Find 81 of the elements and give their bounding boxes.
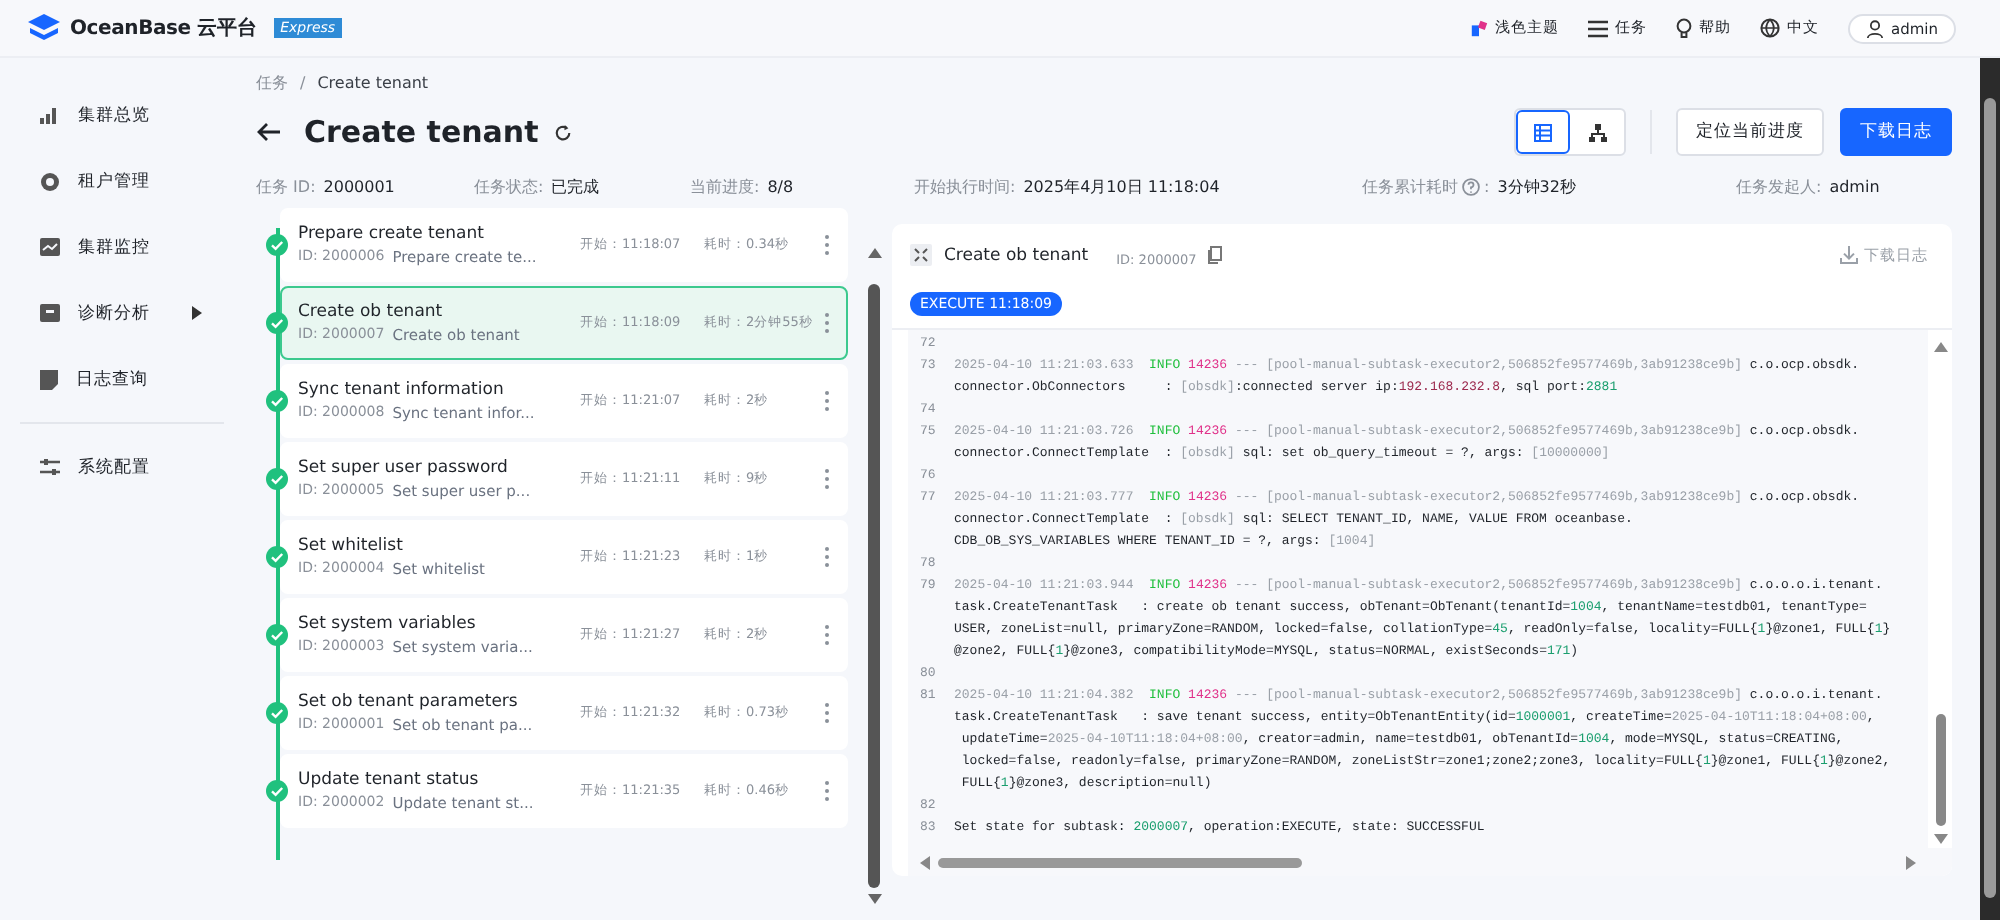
scroll-up-icon[interactable] xyxy=(1933,342,1947,352)
monitor-icon xyxy=(40,238,60,256)
palette-icon xyxy=(1469,19,1487,37)
field-value: admin xyxy=(1829,177,1880,195)
more-icon[interactable] xyxy=(824,546,830,568)
field-label: 任务状态: xyxy=(474,175,544,197)
field-value: 8/8 xyxy=(767,177,794,195)
check-circle-icon xyxy=(266,780,288,802)
scroll-down-icon[interactable] xyxy=(1933,834,1947,844)
lightbulb-icon xyxy=(1675,18,1691,38)
field-label: 任务累计耗时 xyxy=(1362,175,1458,197)
task-name: Update tenant status xyxy=(298,770,481,790)
more-icon[interactable] xyxy=(824,234,830,256)
scrollbar[interactable] xyxy=(866,248,882,904)
nav-item[interactable]: 诊断分析 xyxy=(0,280,224,346)
field-value: 已完成 xyxy=(551,175,600,197)
download-log-button[interactable]: 下载日志 xyxy=(1840,108,1952,156)
user-icon xyxy=(1865,19,1883,37)
nav-item[interactable]: 集群总览 xyxy=(0,82,224,148)
log-title: Create ob tenant xyxy=(944,245,1089,265)
more-icon[interactable] xyxy=(824,624,830,646)
check-circle-icon xyxy=(266,312,288,334)
nav-item[interactable]: 系统配置 xyxy=(0,434,224,500)
task-name: Set system variables xyxy=(298,614,478,634)
bar-chart-icon xyxy=(40,106,60,124)
check-circle-icon xyxy=(266,390,288,412)
document-icon xyxy=(40,369,58,389)
brand-name: OceanBase 云平台 xyxy=(70,15,257,42)
field-value: 2025年4月10日 11:18:04 xyxy=(1023,175,1220,197)
field-label: : xyxy=(1484,177,1490,195)
field-label: 当前进度: xyxy=(690,175,760,197)
list-icon xyxy=(1587,19,1607,37)
field-label: 任务 ID: xyxy=(256,175,316,197)
scrollbar[interactable] xyxy=(1980,58,2000,920)
help-icon xyxy=(1462,177,1480,195)
caret-icon xyxy=(192,306,202,320)
check-circle-icon xyxy=(266,468,288,490)
check-circle-icon xyxy=(266,624,288,646)
task-name: Set whitelist xyxy=(298,536,405,556)
check-circle-icon xyxy=(266,546,288,568)
task-name: Prepare create tenant xyxy=(298,224,486,244)
breadcrumb-item: Create tenant xyxy=(317,73,429,91)
list-view-toggle[interactable] xyxy=(1516,110,1570,154)
check-circle-icon xyxy=(266,702,288,724)
nav-item[interactable]: 租户管理 xyxy=(0,148,224,214)
scroll-down-icon[interactable] xyxy=(867,894,881,904)
task-name: Set super user password xyxy=(298,458,510,478)
refresh-icon[interactable] xyxy=(554,123,573,141)
field-value: 3分钟32秒 xyxy=(1497,175,1576,197)
scrollbar[interactable] xyxy=(1928,330,1952,848)
nav-item[interactable]: 集群监控 xyxy=(0,214,224,280)
copy-icon[interactable] xyxy=(1208,246,1223,264)
locate-progress-button[interactable]: 定位当前进度 xyxy=(1676,108,1824,156)
sliders-icon xyxy=(40,458,60,476)
table-icon xyxy=(1534,123,1552,141)
nav-item[interactable]: 日志查询 xyxy=(0,346,224,412)
scroll-left-icon[interactable] xyxy=(920,855,930,869)
back-arrow-icon[interactable] xyxy=(256,122,280,142)
field-label: 任务发起人: xyxy=(1736,175,1822,197)
page-title: Create tenant xyxy=(304,114,539,150)
download-icon xyxy=(1840,246,1858,264)
folder-icon xyxy=(40,304,60,322)
field-value: 2000001 xyxy=(323,177,395,195)
logo-icon xyxy=(28,14,60,42)
more-icon[interactable] xyxy=(824,390,830,412)
more-icon[interactable] xyxy=(824,780,830,802)
circle-icon xyxy=(40,171,60,191)
more-icon[interactable] xyxy=(824,468,830,490)
more-icon[interactable] xyxy=(824,702,830,724)
task-name: Set ob tenant parameters xyxy=(298,692,520,712)
hierarchy-icon xyxy=(1587,123,1607,141)
task-name: Sync tenant information xyxy=(298,380,506,400)
scroll-up-icon[interactable] xyxy=(867,248,881,258)
collapse-icon[interactable] xyxy=(910,244,932,266)
scroll-right-icon[interactable] xyxy=(1906,855,1916,869)
more-icon[interactable] xyxy=(824,312,830,334)
field-label: 开始执行时间: xyxy=(914,175,1016,197)
check-circle-icon xyxy=(266,234,288,256)
globe-icon xyxy=(1759,18,1779,38)
breadcrumb-separator: / xyxy=(300,73,306,91)
task-name: Create ob tenant xyxy=(298,302,445,322)
